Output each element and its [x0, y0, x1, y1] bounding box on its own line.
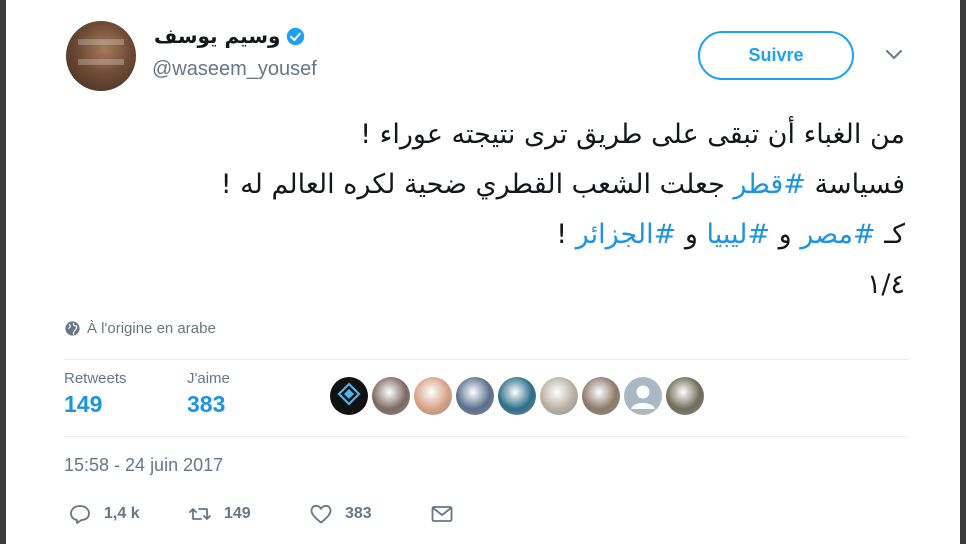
tweet-timestamp[interactable]: 15:58 - 24 juin 2017 — [64, 455, 223, 476]
retweet-icon — [189, 508, 211, 520]
retweets-stat[interactable]: Retweets 149 — [64, 370, 127, 418]
window-right-border — [960, 0, 966, 544]
like-button[interactable]: 383 — [309, 502, 372, 526]
avatar-photo-icon[interactable] — [582, 377, 620, 415]
likes-stat[interactable]: J'aime 383 — [187, 370, 230, 418]
tweet-text-segment: ! — [556, 219, 576, 250]
tweet-text: من الغباء أن تبقى على طريق ترى نتيجته عو… — [60, 110, 905, 310]
avatar-butterfly-icon[interactable] — [498, 377, 536, 415]
follow-button[interactable]: Suivre — [698, 31, 854, 80]
hashtag-link[interactable]: #ليبيا — [706, 219, 770, 250]
translation-indicator[interactable]: À l'origine en arabe — [64, 320, 216, 337]
author-handle[interactable]: @waseem_yousef — [152, 58, 317, 81]
tweet-line-4: ١/٤ — [866, 269, 905, 300]
reply-icon — [70, 505, 90, 524]
direct-message-button[interactable] — [430, 502, 454, 526]
tweet-text-segment: كـ — [875, 219, 905, 250]
avatar-detail — [78, 39, 124, 45]
tweet-text-segment: و — [676, 219, 707, 250]
likes-label: J'aime — [187, 370, 230, 387]
divider — [64, 436, 908, 437]
avatar-detail — [78, 59, 124, 65]
translation-label: À l'origine en arabe — [87, 320, 216, 337]
tweet-text-segment: جعلت الشعب القطري ضحية لكره العالم له ! — [220, 169, 734, 200]
chevron-down-icon[interactable] — [884, 48, 904, 62]
avatar-photo-icon[interactable] — [372, 377, 410, 415]
tweet-line-2: فسياسة #قطر جعلت الشعب القطري ضحية لكره … — [60, 160, 905, 210]
retweets-label: Retweets — [64, 370, 127, 387]
tweet-line-1: من الغباء أن تبقى على طريق ترى نتيجته عو… — [360, 119, 905, 150]
heart-icon — [310, 504, 332, 524]
window-left-border — [0, 0, 6, 544]
author-avatar[interactable] — [66, 21, 136, 91]
avatar-default-silhouette-icon[interactable] — [624, 377, 662, 415]
verified-badge-icon — [287, 27, 305, 45]
reply-count: 1,4 k — [104, 505, 140, 522]
retweet-button[interactable]: 149 — [188, 502, 251, 526]
tweet-text-segment: و — [770, 219, 801, 250]
globe-icon — [65, 321, 80, 336]
tweet-text-segment: فسياسة — [805, 169, 905, 200]
avatar-photo-icon[interactable] — [456, 377, 494, 415]
author-display-name[interactable]: وسيم يوسف — [154, 24, 280, 48]
hashtag-link[interactable]: #مصر — [800, 219, 875, 250]
liker-avatars — [330, 377, 704, 415]
reply-button[interactable]: 1,4 k — [68, 502, 140, 526]
envelope-icon — [431, 506, 453, 522]
avatar-photo-icon[interactable] — [666, 377, 704, 415]
hashtag-link[interactable]: #الجزائر — [576, 219, 677, 250]
avatar-photo-icon[interactable] — [414, 377, 452, 415]
avatar-diamond-logo-icon[interactable] — [330, 377, 368, 415]
hashtag-link[interactable]: #قطر — [733, 169, 806, 200]
avatar-photo-icon[interactable] — [540, 377, 578, 415]
like-count: 383 — [345, 505, 372, 522]
retweets-value: 149 — [64, 391, 103, 417]
tweet-line-3: كـ #مصر و #ليبيا و #الجزائر ! — [60, 210, 905, 260]
retweet-count: 149 — [224, 505, 251, 522]
author-name-row: وسيم يوسف — [154, 24, 305, 48]
divider — [64, 359, 908, 360]
likes-value: 383 — [187, 391, 226, 417]
